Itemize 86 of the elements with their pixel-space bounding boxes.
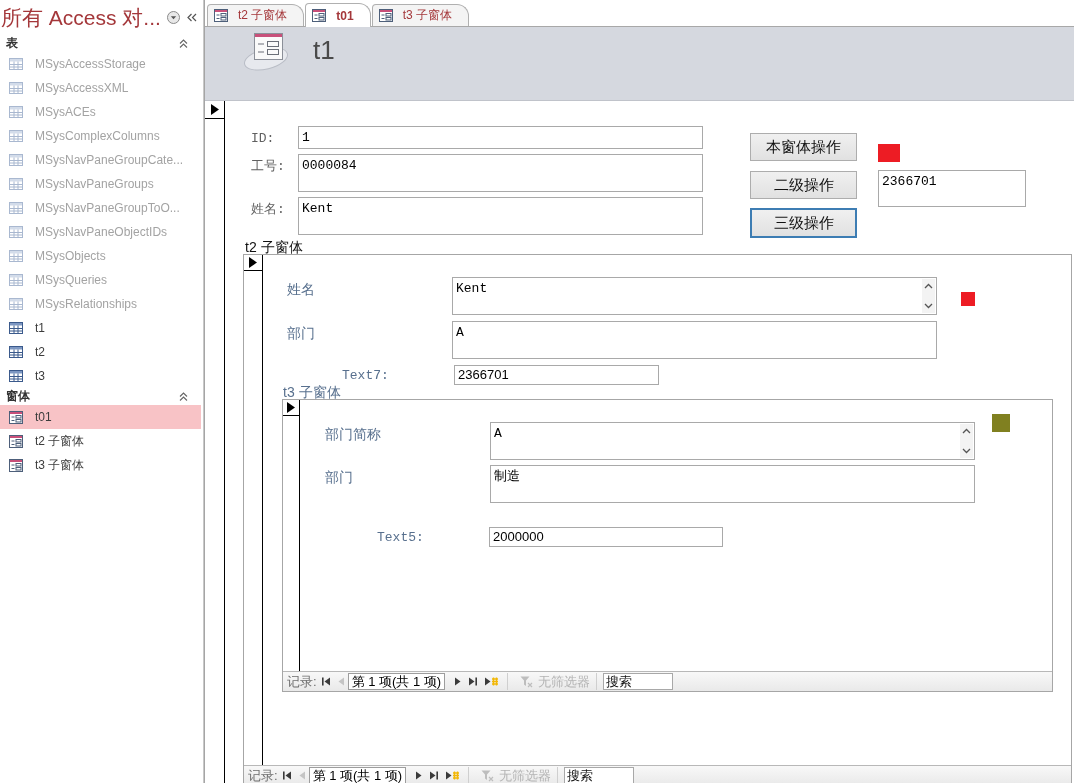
group-header[interactable]: 表 [0,35,203,52]
nav-item[interactable]: t01 [0,405,201,429]
nav-item[interactable]: t3 [0,364,201,388]
table-icon [9,82,23,94]
first-record-icon[interactable] [321,677,330,686]
field-label: 部门 [325,468,354,486]
document-tab[interactable]: t3 子窗体 [371,4,470,26]
next-record-icon[interactable] [455,677,462,686]
action-button[interactable]: 三级操作 [750,208,857,238]
text-field[interactable]: A [452,321,937,359]
text-field[interactable]: Kent [298,197,703,235]
double-chevron-left-icon[interactable] [186,13,197,22]
next-record-icon[interactable] [416,771,423,780]
action-button[interactable]: 本窗体操作 [750,133,857,161]
search-field[interactable]: 搜索 [603,673,674,690]
table-icon [9,226,23,238]
text-field[interactable]: 制造 [490,465,975,503]
record-position-field[interactable]: 第 1 项(共 1 项) [308,767,407,783]
table-icon [9,106,23,118]
chevron-up-icon[interactable] [962,428,971,434]
triangle-right-icon[interactable] [287,402,295,413]
chevron-down-icon[interactable] [962,448,971,454]
scrollbar[interactable] [922,279,935,313]
action-button[interactable]: 二级操作 [750,171,857,199]
first-record-icon[interactable] [282,771,291,780]
field-label: 部门 [287,324,316,342]
table-icon [9,250,23,262]
text-field[interactable]: 0000084 [298,154,703,192]
record-label: 记录: [248,766,278,783]
triangle-right-icon[interactable] [249,257,257,268]
dropdown-icon[interactable] [166,11,180,24]
document-tab[interactable]: t01 [305,3,371,27]
subform-label: t3 子窗体 [282,385,341,399]
table-icon [9,322,23,334]
group-header[interactable]: 窗体 [0,388,203,405]
last-record-icon[interactable] [430,771,439,780]
new-record-icon[interactable] [446,771,461,780]
text-field[interactable]: 2366701 [878,170,1026,207]
field-label: 部门简称 [325,425,382,443]
double-chevron-up-icon [179,392,188,401]
new-record-icon[interactable] [485,677,500,686]
field-label: 姓名 [287,280,316,298]
text-field[interactable]: 1 [298,126,703,149]
pane-title: 所有 Access 对... [1,4,161,31]
form-title: t1 [313,35,335,66]
nav-item[interactable]: t2 子窗体 [0,429,201,453]
table-icon [9,178,23,190]
text-field[interactable]: 2366701 [454,365,659,385]
field-label: 姓名: [251,201,286,218]
triangle-right-icon[interactable] [210,104,219,115]
field-label: Text7: [341,367,390,384]
document-tab[interactable]: t2 子窗体 [207,4,305,26]
form-icon [378,9,393,22]
field-label: Text5: [376,529,425,546]
field-label: ID: [251,130,276,147]
form-icon [9,434,23,448]
form-icon [214,9,228,22]
nav-item[interactable]: t1 [0,316,201,340]
chevron-down-icon[interactable] [924,303,933,309]
last-record-icon[interactable] [469,677,478,686]
text-field[interactable]: Kent [452,277,937,315]
nav-item[interactable]: t2 [0,340,201,364]
table-icon [9,202,23,214]
search-field[interactable]: 搜索 [564,767,635,783]
form-icon [243,32,291,72]
form-icon [9,410,23,424]
double-chevron-up-icon [179,39,188,48]
form-icon [312,9,327,22]
table-icon [9,130,23,142]
form-icon [9,458,23,472]
subform-label: t2 子窗体 [244,240,303,254]
field-label: 工号: [251,158,286,175]
text-field[interactable]: 2000000 [489,527,723,547]
nav-item[interactable]: t3 子窗体 [0,453,201,477]
scrollbar[interactable] [960,424,973,458]
table-icon [9,346,23,358]
chevron-up-icon[interactable] [924,283,933,289]
table-icon [9,154,23,166]
text-field[interactable]: A [490,422,975,460]
record-label: 记录: [287,672,317,691]
table-icon [9,274,23,286]
record-position-field[interactable]: 第 1 项(共 1 项) [347,673,446,690]
table-icon [9,370,23,382]
table-icon [9,298,23,310]
filter-icon [520,675,534,688]
table-icon [9,58,23,70]
